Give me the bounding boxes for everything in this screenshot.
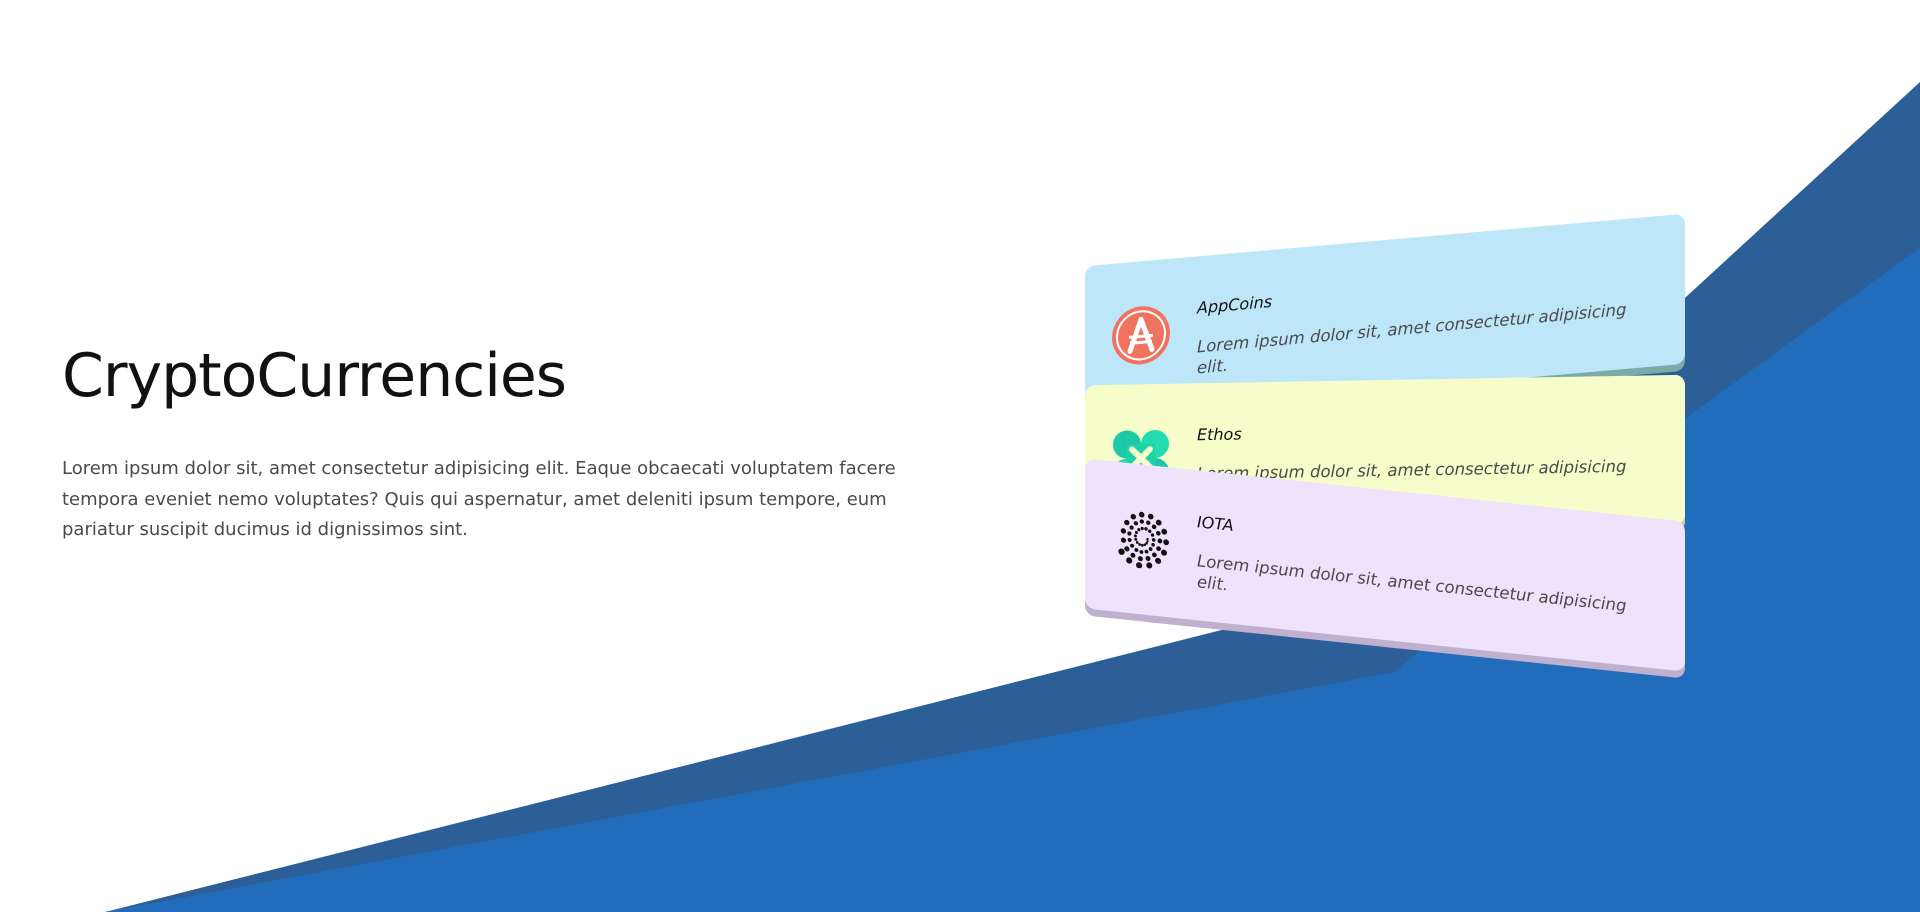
iota-dot bbox=[1144, 549, 1149, 554]
iota-dot bbox=[1148, 529, 1152, 533]
page-title: CryptoCurrencies bbox=[62, 341, 567, 411]
iota-dot bbox=[1124, 519, 1130, 526]
iota-dot bbox=[1120, 528, 1127, 534]
crypto-cards-stack: AppCoins Lorem ipsum dolor sit, amet con… bbox=[1085, 213, 1705, 715]
iota-dot bbox=[1146, 537, 1149, 541]
iota-dot bbox=[1139, 550, 1144, 554]
iota-dot bbox=[1124, 546, 1130, 552]
appcoins-logo-icon bbox=[1112, 306, 1170, 365]
card-name: AppCoins bbox=[1197, 291, 1273, 318]
iota-dot bbox=[1151, 538, 1156, 542]
iota-dot bbox=[1148, 547, 1153, 551]
iota-dot bbox=[1134, 537, 1138, 541]
iota-dot bbox=[1129, 525, 1134, 530]
iota-dot bbox=[1157, 538, 1163, 544]
iota-dot bbox=[1127, 531, 1132, 536]
iota-dot bbox=[1150, 533, 1155, 537]
iota-dot bbox=[1147, 513, 1154, 520]
iota-logo-icon bbox=[1118, 511, 1169, 569]
iota-dot bbox=[1134, 547, 1139, 552]
iota-dot bbox=[1118, 548, 1125, 555]
iota-dot bbox=[1146, 562, 1153, 569]
iota-dot bbox=[1151, 543, 1155, 547]
iota-dot bbox=[1145, 555, 1151, 562]
iota-dot bbox=[1139, 519, 1144, 524]
iota-dot bbox=[1126, 557, 1133, 564]
iota-dot bbox=[1151, 524, 1157, 530]
card-description: Lorem ipsum dolor sit, amet consectetur … bbox=[1197, 551, 1627, 616]
iota-dot bbox=[1133, 521, 1139, 526]
iota-dot bbox=[1133, 534, 1137, 538]
iota-dot bbox=[1135, 541, 1139, 544]
iota-dot bbox=[1144, 527, 1148, 531]
iota-dot bbox=[1120, 537, 1127, 543]
iota-dot bbox=[1130, 543, 1135, 548]
iota-dot bbox=[1136, 562, 1143, 569]
iota-dot bbox=[1152, 552, 1157, 558]
hero-description: Lorem ipsum dolor sit, amet consectetur … bbox=[62, 458, 896, 540]
iota-dot bbox=[1130, 552, 1136, 558]
iota-dot bbox=[1156, 546, 1161, 552]
iota-dot bbox=[1163, 539, 1169, 546]
iota-dot bbox=[1140, 543, 1144, 547]
iota-dot bbox=[1130, 514, 1136, 520]
iota-dot bbox=[1137, 556, 1143, 562]
iota-dot bbox=[1138, 543, 1142, 546]
card-name: Ethos bbox=[1197, 424, 1242, 445]
iota-dot bbox=[1140, 526, 1144, 531]
iota-dot bbox=[1137, 528, 1141, 532]
iota-dot bbox=[1134, 530, 1138, 534]
iota-dot bbox=[1156, 530, 1161, 536]
iota-dot bbox=[1155, 557, 1162, 564]
iota-dot bbox=[1161, 549, 1167, 556]
hero-section: CryptoCurrencies Lorem ipsum dolor sit, … bbox=[62, 340, 942, 546]
iota-dot bbox=[1146, 520, 1151, 525]
iota-dot bbox=[1161, 528, 1168, 535]
iota-dot bbox=[1138, 511, 1145, 518]
iota-dot bbox=[1127, 537, 1132, 542]
card-name: IOTA bbox=[1197, 512, 1234, 536]
iota-dot bbox=[1155, 519, 1162, 526]
